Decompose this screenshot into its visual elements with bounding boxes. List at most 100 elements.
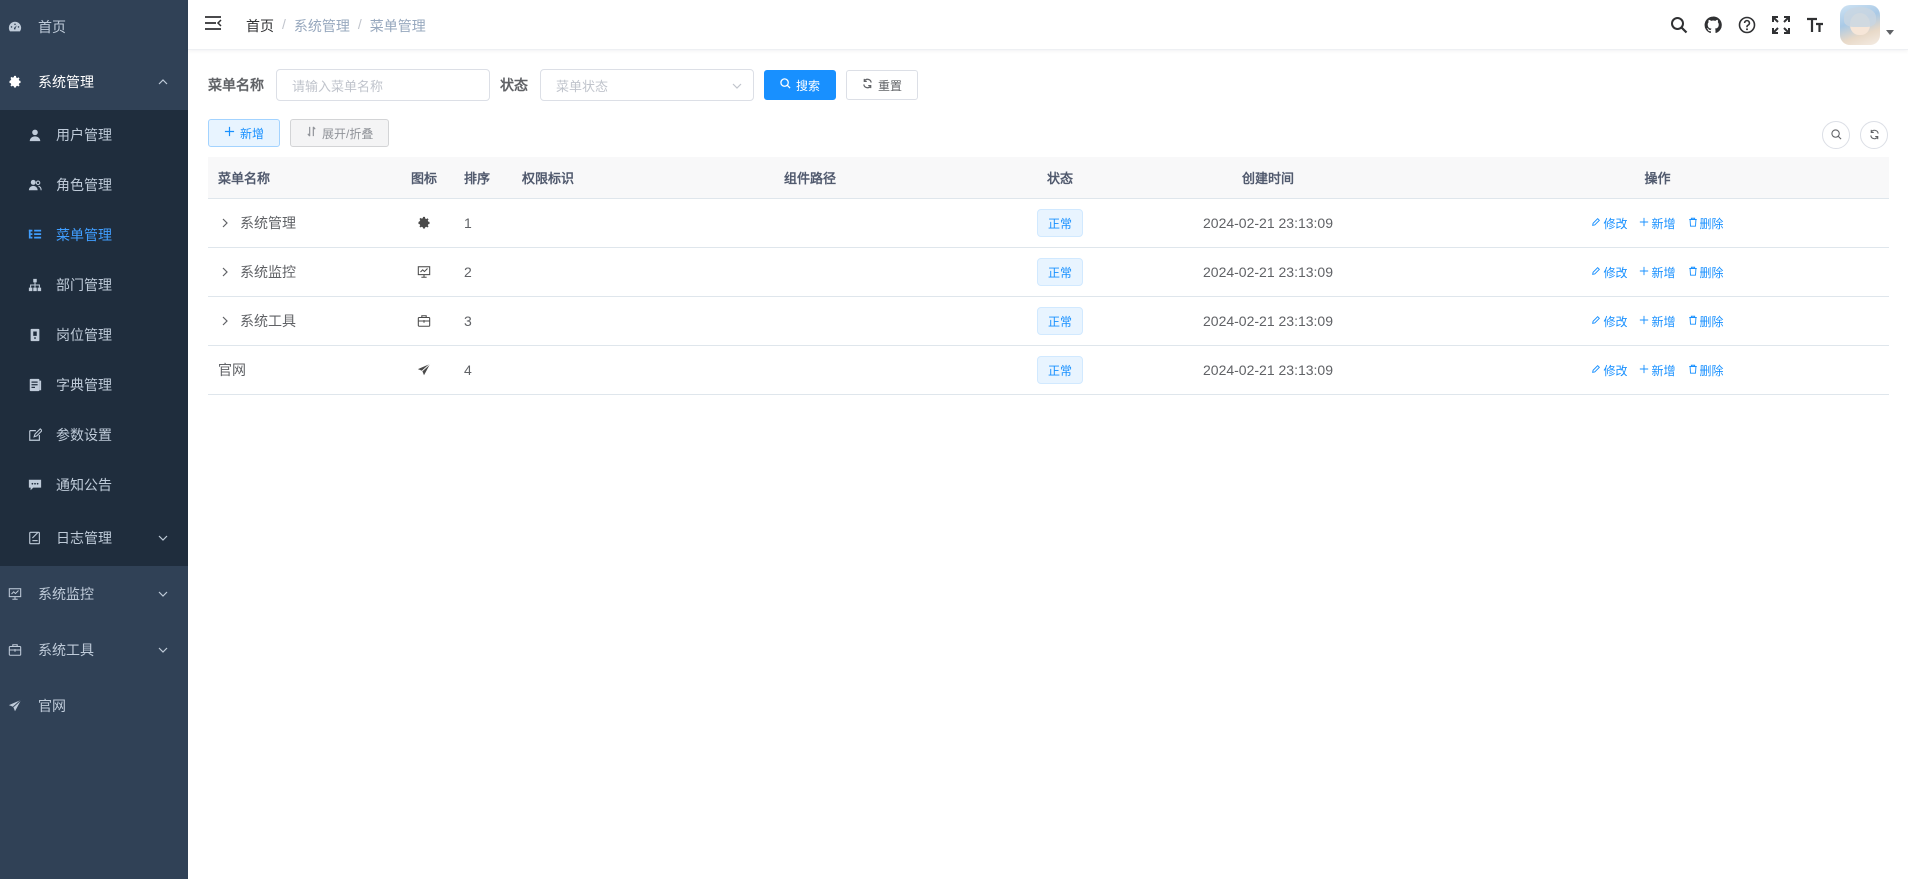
sidebar-item-label: 菜单管理 bbox=[56, 227, 112, 243]
sidebar-item-label: 用户管理 bbox=[56, 127, 112, 143]
header-icon: 图标 bbox=[410, 171, 437, 186]
menu-name: 系统管理 bbox=[240, 215, 296, 231]
table-row: 系统监控 2 正常 2024-02-21 23:13:09 修改 新增 删除 bbox=[208, 248, 1889, 297]
breadcrumb-separator: / bbox=[282, 16, 286, 32]
sidebar-item-user[interactable]: 用户管理 bbox=[0, 110, 188, 160]
github-icon[interactable] bbox=[1696, 0, 1730, 50]
delete-link[interactable]: 删除 bbox=[1688, 313, 1724, 330]
post-icon bbox=[26, 326, 44, 344]
add-child-link[interactable]: 新增 bbox=[1639, 313, 1676, 330]
edit-link[interactable]: 修改 bbox=[1591, 313, 1627, 330]
sidebar-item-label: 日志管理 bbox=[56, 530, 112, 546]
sidebar-item-home[interactable]: 首页 bbox=[0, 0, 188, 54]
add-child-link[interactable]: 新增 bbox=[1639, 215, 1676, 232]
chevron-right-icon[interactable] bbox=[218, 267, 232, 277]
refresh-button[interactable] bbox=[1860, 121, 1888, 149]
sidebar-item-config[interactable]: 参数设置 bbox=[0, 410, 188, 460]
delete-label: 删除 bbox=[1699, 314, 1724, 329]
system-icon bbox=[6, 73, 24, 91]
delete-link[interactable]: 删除 bbox=[1688, 362, 1724, 379]
breadcrumb-separator: / bbox=[357, 16, 362, 32]
sidebar-item-menu[interactable]: 菜单管理 bbox=[0, 210, 188, 260]
delete-icon bbox=[1688, 363, 1698, 377]
sidebar: 首页 系统管理 用户管理 角色管理 菜单管理 部门管理 岗位管理 字典管理 参数… bbox=[0, 0, 188, 879]
toggle-search-button[interactable] bbox=[1822, 121, 1850, 149]
sidebar-item-website[interactable]: 官网 bbox=[0, 678, 188, 734]
reset-button[interactable]: 重置 bbox=[846, 70, 919, 100]
chevron-right-icon[interactable] bbox=[218, 218, 232, 228]
add-child-link[interactable]: 新增 bbox=[1639, 362, 1676, 379]
table-row: 官网 4 正常 2024-02-21 23:13:09 修改 新增 删除 bbox=[208, 346, 1889, 395]
delete-icon bbox=[1688, 314, 1698, 328]
hamburger-icon[interactable] bbox=[204, 14, 224, 34]
size-icon[interactable] bbox=[1798, 0, 1832, 50]
menu-name: 官网 bbox=[218, 362, 246, 378]
sidebar-item-post[interactable]: 岗位管理 bbox=[0, 310, 188, 360]
sidebar-item-notice[interactable]: 通知公告 bbox=[0, 460, 188, 510]
breadcrumb-item: 菜单管理 bbox=[369, 18, 426, 34]
edit-label: 修改 bbox=[1603, 363, 1628, 378]
add-button[interactable]: 新增 bbox=[208, 119, 281, 147]
edit-link[interactable]: 修改 bbox=[1591, 362, 1627, 379]
expand-collapse-button[interactable]: 展开/折叠 bbox=[290, 119, 390, 147]
sidebar-item-system[interactable]: 系统管理 bbox=[0, 54, 188, 110]
delete-label: 删除 bbox=[1699, 363, 1724, 378]
sidebar-item-monitor[interactable]: 系统监控 bbox=[0, 566, 188, 622]
sidebar-item-label: 通知公告 bbox=[56, 477, 112, 493]
search-button[interactable]: 搜索 bbox=[764, 70, 837, 100]
toolbar: 新增 展开/折叠 bbox=[208, 119, 390, 147]
header-name: 菜单名称 bbox=[218, 171, 271, 186]
delete-icon bbox=[1688, 216, 1698, 230]
delete-link[interactable]: 删除 bbox=[1688, 215, 1724, 232]
plus-icon bbox=[1639, 265, 1649, 279]
edit-label: 修改 bbox=[1603, 216, 1628, 231]
sidebar-item-log[interactable]: 日志管理 bbox=[0, 510, 188, 566]
menu-name-input[interactable]: 请输入菜单名称 bbox=[276, 69, 490, 101]
chevron-down-icon bbox=[158, 533, 168, 543]
sidebar-submenu: 用户管理 角色管理 菜单管理 部门管理 岗位管理 字典管理 参数设置 通知公告 … bbox=[0, 110, 188, 566]
chevron-right-icon[interactable] bbox=[218, 316, 232, 326]
peoples-icon bbox=[26, 176, 44, 194]
menu-name: 系统工具 bbox=[240, 313, 296, 329]
dict-icon bbox=[26, 376, 44, 394]
add-label: 新增 bbox=[1651, 216, 1676, 231]
status-badge: 正常 bbox=[1036, 307, 1083, 335]
search-form: 菜单名称 请输入菜单名称 状态 菜单状态 搜索 重置 bbox=[208, 69, 919, 101]
sidebar-item-label: 系统管理 bbox=[38, 74, 94, 90]
avatar[interactable] bbox=[1840, 5, 1880, 45]
created-time: 2024-02-21 23:13:09 bbox=[1203, 362, 1333, 378]
status-cell: 正常 bbox=[1010, 307, 1110, 335]
plus-icon bbox=[1639, 363, 1649, 377]
header-ops: 操作 bbox=[1644, 171, 1671, 186]
add-child-link[interactable]: 新增 bbox=[1639, 264, 1676, 281]
question-icon[interactable] bbox=[1730, 0, 1764, 50]
header-component: 组件路径 bbox=[783, 171, 836, 186]
search-icon bbox=[780, 78, 791, 92]
breadcrumb-home[interactable]: 首页 bbox=[246, 16, 274, 36]
created-time: 2024-02-21 23:13:09 bbox=[1203, 264, 1333, 280]
refresh-icon bbox=[862, 78, 873, 92]
sidebar-item-role[interactable]: 角色管理 bbox=[0, 160, 188, 210]
edit-link[interactable]: 修改 bbox=[1591, 264, 1627, 281]
plus-icon bbox=[1639, 216, 1649, 230]
sidebar-item-label: 官网 bbox=[38, 698, 66, 714]
created-time: 2024-02-21 23:13:09 bbox=[1203, 215, 1333, 231]
status-badge: 正常 bbox=[1036, 258, 1083, 286]
sidebar-item-tool[interactable]: 系统工具 bbox=[0, 622, 188, 678]
edit-label: 修改 bbox=[1603, 314, 1628, 329]
table-row: 系统管理 1 正常 2024-02-21 23:13:09 修改 新增 删除 bbox=[208, 199, 1889, 248]
status-cell: 正常 bbox=[1010, 209, 1110, 237]
avatar-dropdown[interactable] bbox=[1840, 5, 1894, 45]
log-icon bbox=[26, 529, 44, 547]
menu-name: 系统监控 bbox=[240, 264, 296, 280]
status-select[interactable]: 菜单状态 bbox=[540, 69, 754, 101]
edit-link[interactable]: 修改 bbox=[1591, 215, 1627, 232]
menu-name-label: 菜单名称 bbox=[208, 77, 264, 93]
delete-link[interactable]: 删除 bbox=[1688, 264, 1724, 281]
fullscreen-icon[interactable] bbox=[1764, 0, 1798, 50]
search-icon[interactable] bbox=[1662, 0, 1696, 50]
sidebar-item-dict[interactable]: 字典管理 bbox=[0, 360, 188, 410]
sidebar-item-dept[interactable]: 部门管理 bbox=[0, 260, 188, 310]
chevron-down-icon bbox=[158, 645, 168, 655]
sidebar-item-label: 角色管理 bbox=[56, 177, 112, 193]
